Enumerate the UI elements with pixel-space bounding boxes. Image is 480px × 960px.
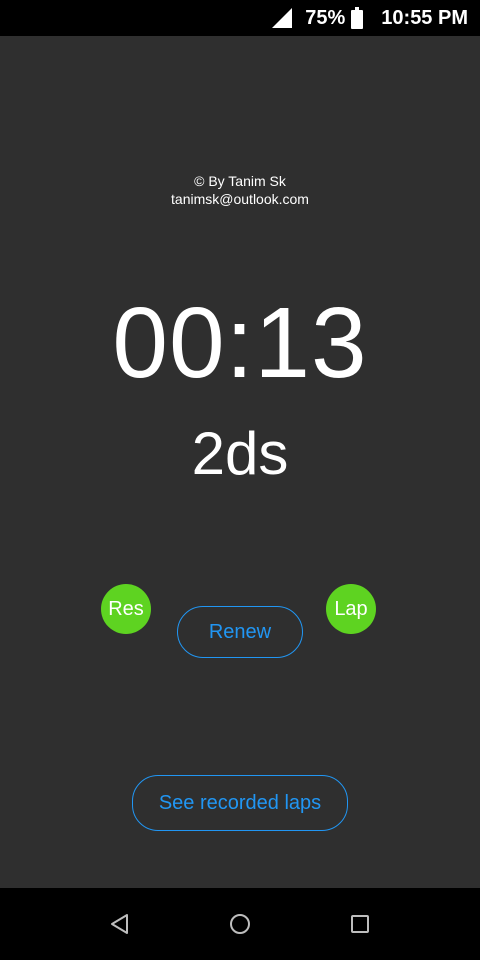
lap-button[interactable]: Lap [326,584,376,634]
renew-button-label: Renew [208,620,272,643]
stopwatch-screen: © By Tanim Sk tanimsk@outlook.com 00:13 … [0,36,480,888]
recents-square-icon[interactable] [348,912,372,936]
back-triangle-icon[interactable] [108,912,132,936]
status-time: 10:55 PM [381,6,468,29]
credit-block: © By Tanim Sk tanimsk@outlook.com [0,172,480,208]
reset-button[interactable]: Res [101,584,151,634]
battery-icon [351,7,364,29]
see-recorded-laps-label: See recorded laps [158,791,322,814]
navigation-bar [0,888,480,960]
battery-percent: 75% [305,6,346,29]
author-credit: © By Tanim Sk [194,173,286,189]
home-circle-icon[interactable] [228,912,252,936]
signal-icon [271,7,293,29]
status-indicators: 75% 10:55 PM [271,0,468,36]
deciseconds-display: 2ds [191,420,289,487]
renew-button[interactable]: Renew [177,606,303,658]
see-recorded-laps-button[interactable]: See recorded laps [132,775,348,831]
timer-display: 00:13 [112,287,368,399]
author-email: tanimsk@outlook.com [171,191,309,207]
status-bar: 75% 10:55 PM [0,0,480,36]
